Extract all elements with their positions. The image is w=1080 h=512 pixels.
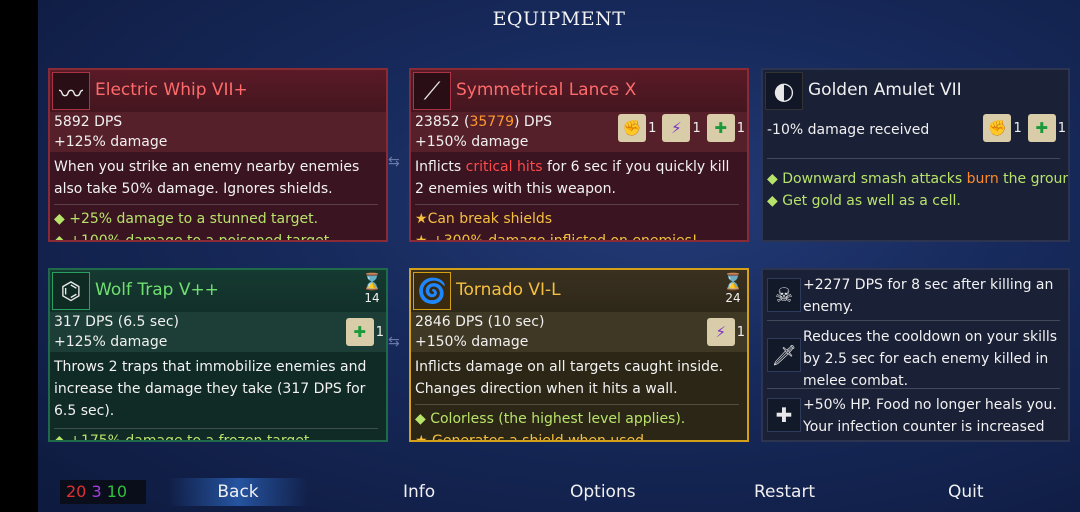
mutation-text: Reduces the cooldown on your skills by 2… [803, 329, 1058, 389]
scroll-counters: ⚡ 1 [706, 318, 745, 346]
mutation-text: +2277 DPS for 8 sec after killing an ene… [803, 277, 1054, 315]
amulet-bonus-1: ◆ Downward smash attacks burn the ground… [767, 171, 1070, 187]
divider [767, 388, 1060, 389]
dagger-icon: 🗡 [767, 338, 801, 372]
survival-scroll: ✚ 1 [1027, 114, 1066, 142]
skill-name: Tornado VI-L [456, 280, 561, 300]
cooldown-timer: ⌛ 24 [723, 272, 743, 305]
survival-stat: 10 [106, 482, 128, 501]
skill-dps: 2846 DPS (10 sec) [415, 314, 545, 330]
divider [415, 404, 739, 405]
skill-damage: +150% damage [415, 334, 529, 350]
star-icon: ★ [415, 211, 428, 227]
divider [54, 428, 378, 429]
quit-button[interactable]: Quit [948, 482, 984, 502]
swap-arrows-top[interactable]: ⇆ [388, 155, 400, 169]
mutation-row[interactable]: ☠ +2277 DPS for 8 sec after killing an e… [763, 270, 1068, 318]
tactics-scroll: ⚡ 1 [706, 318, 745, 346]
weapon-bonus-1: ★Can break shields [415, 211, 553, 227]
mutations-panel: ☠ +2277 DPS for 8 sec after killing an e… [761, 268, 1070, 442]
weapon-name: Electric Whip VII+ [95, 80, 248, 100]
skill-description: Throws 2 traps that immobilize enemies a… [54, 359, 367, 419]
tactics-stat: 3 [91, 482, 102, 501]
weapon-bonus-2: ★ +300% damage inflicted on enemies! [415, 230, 739, 242]
star-icon: ★ [415, 433, 428, 442]
survival-scroll-icon: ✚ [706, 114, 735, 142]
weapon-dps: 5892 DPS [54, 114, 123, 130]
mutation-row[interactable]: ✚ +50% HP. Food no longer heals you. You… [763, 390, 1068, 440]
divider [54, 204, 378, 205]
heart-icon: ✚ [767, 398, 801, 432]
weapon-bonus-1: ◆ +25% damage to a stunned target. [54, 211, 319, 227]
back-button[interactable]: Back [168, 478, 308, 506]
brutality-stat: 20 [66, 482, 87, 501]
restart-button[interactable]: Restart [754, 482, 815, 502]
mutation-row[interactable]: 🗡 Reduces the cooldown on your skills by… [763, 322, 1068, 389]
left-black-bar [0, 0, 38, 512]
hourglass-icon: ⌛ [723, 272, 743, 291]
weapon-description: Inflicts critical hits for 6 sec if you … [415, 159, 730, 197]
divider [767, 158, 1060, 159]
weapon-card-primary[interactable]: 〰 Electric Whip VII+ 5892 DPS +125% dama… [48, 68, 388, 242]
star-icon: ★ [415, 233, 428, 242]
whip-icon: 〰 [52, 72, 90, 110]
swap-arrows-bottom[interactable]: ⇆ [388, 335, 400, 349]
weapon-damage: +150% damage [415, 134, 529, 150]
weapon-dps: 23852 (35779) DPS [415, 114, 553, 130]
trap-icon: ⌬ [52, 272, 90, 310]
page-title: EQUIPMENT [492, 8, 626, 30]
amulet-card[interactable]: ◐ Golden Amulet VII -10% damage received… [761, 68, 1070, 242]
weapon-damage: +125% damage [54, 134, 168, 150]
lance-icon: ⟋ [413, 72, 451, 110]
weapon-bonus-2: ◆ +100% damage to a poisoned target [54, 233, 330, 242]
divider [767, 320, 1060, 321]
tactics-scroll: ⚡ 1 [662, 114, 701, 142]
skill-damage: +125% damage [54, 334, 168, 350]
amulet-name: Golden Amulet VII [808, 80, 962, 100]
tactics-scroll-icon: ⚡ [662, 114, 691, 142]
amulet-effect: -10% damage received [767, 122, 930, 138]
brutality-scroll-icon: ✊ [983, 114, 1012, 142]
brutality-scroll: ✊ 1 [983, 114, 1022, 142]
tactics-scroll-icon: ⚡ [706, 318, 735, 346]
weapon-description: When you strike an enemy nearby enemies … [54, 159, 360, 197]
brutality-scroll-icon: ✊ [618, 114, 647, 142]
skill-card-secondary[interactable]: 🌀 Tornado VI-L ⌛ 24 2846 DPS (10 sec) +15… [409, 268, 749, 442]
amulet-icon: ◐ [765, 72, 803, 110]
cooldown-timer: ⌛ 14 [362, 272, 382, 305]
skill-description: Inflicts damage on all targets caught in… [415, 359, 724, 397]
scroll-counters: ✚ 1 [345, 318, 384, 346]
brutality-scroll: ✊ 1 [618, 114, 656, 142]
survival-scroll-icon: ✚ [345, 318, 374, 346]
scroll-counters: ✊ 1 ✚ 1 [983, 114, 1066, 142]
skill-bonus-1: ◆ Colorless (the highest level applies). [415, 411, 686, 427]
skill-bonus-1: ◆ +175% damage to a frozen target [54, 433, 310, 442]
tornado-icon: 🌀 [413, 272, 451, 310]
skill-bonus-2: ★ Generates a shield when used [415, 430, 739, 442]
survival-scroll-icon: ✚ [1027, 114, 1056, 142]
bottom-menu: 20 3 10 Back Info Options Restart Quit [38, 472, 1080, 512]
skill-card-primary[interactable]: ⌬ Wolf Trap V++ ⌛ 14 317 DPS (6.5 sec) +1… [48, 268, 388, 442]
skill-dps: 317 DPS (6.5 sec) [54, 314, 179, 330]
hourglass-icon: ⌛ [362, 272, 382, 291]
bow-skull-icon: ☠ [767, 278, 801, 312]
survival-scroll: ✚ 1 [706, 114, 745, 142]
weapon-card-secondary[interactable]: ⟋ Symmetrical Lance X 23852 (35779) DPS … [409, 68, 749, 242]
weapon-name: Symmetrical Lance X [456, 80, 637, 100]
options-button[interactable]: Options [570, 482, 636, 502]
divider [415, 204, 739, 205]
equipment-screen: EQUIPMENT 〰 Electric Whip VII+ 5892 DPS … [38, 0, 1080, 512]
skill-name: Wolf Trap V++ [95, 280, 219, 300]
mutation-text: +50% HP. Food no longer heals you. Your … [803, 397, 1057, 435]
amulet-bonus-2: ◆ Get gold as well as a cell. [767, 193, 961, 209]
survival-scroll: ✚ 1 [345, 318, 384, 346]
stats-counter: 20 3 10 [66, 482, 127, 501]
scroll-counters: ✊ 1 ⚡ 1 ✚ 1 [618, 114, 745, 142]
info-button[interactable]: Info [403, 482, 435, 502]
